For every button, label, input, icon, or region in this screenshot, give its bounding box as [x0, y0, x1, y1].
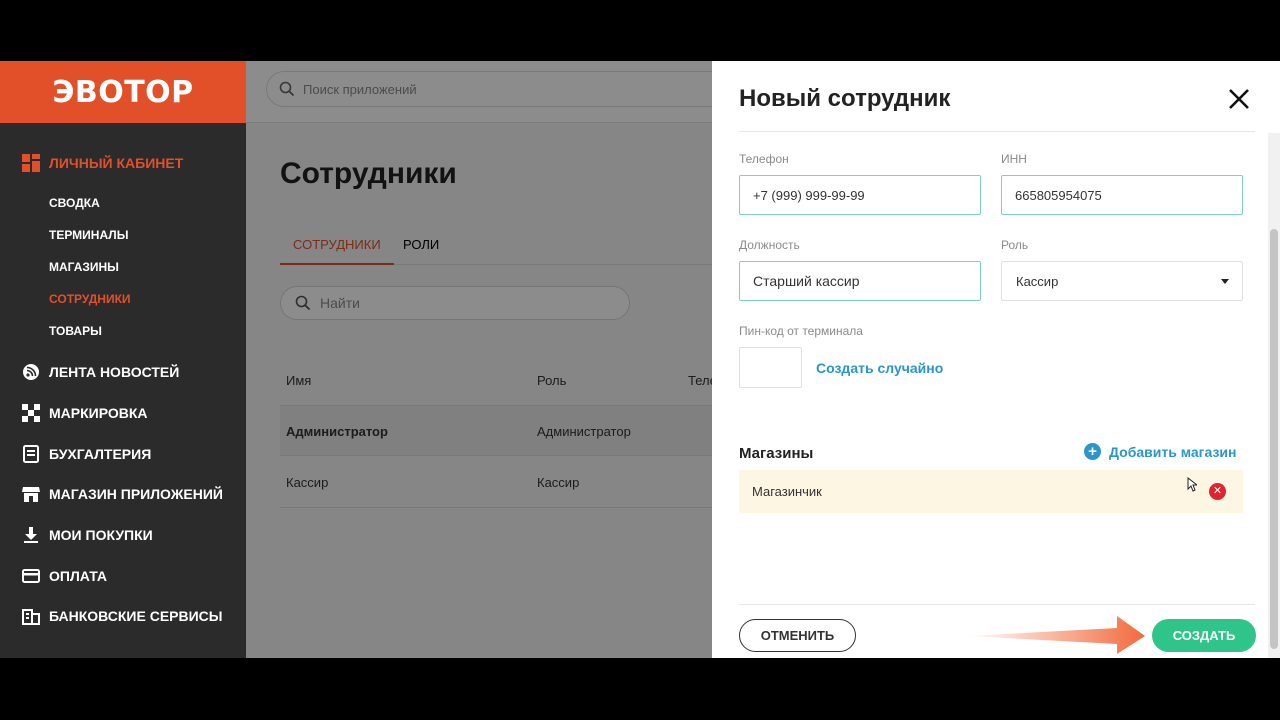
download-icon	[22, 526, 40, 544]
add-store-button[interactable]: + Добавить магазин	[1084, 443, 1236, 460]
app-window: ЭВОТОР ЛИЧНЫЙ КАБИНЕТ СВОДКА ТЕРМИНАЛЫ М…	[0, 61, 1280, 658]
phone-label: Телефон	[739, 152, 789, 166]
sidebar-sub-stores[interactable]: МАГАЗИНЫ	[49, 258, 119, 276]
sidebar-item-bank[interactable]: БАНКОВСКИЕ СЕРВИСЫ	[22, 604, 222, 628]
close-button[interactable]	[1226, 86, 1252, 112]
role-select[interactable]: Кассир	[1001, 261, 1243, 301]
sidebar-sub-terminals[interactable]: ТЕРМИНАЛЫ	[49, 226, 128, 244]
scrollbar-thumb[interactable]	[1270, 229, 1278, 649]
barcode-grid-icon	[22, 404, 40, 422]
logo-bar: ЭВОТОР	[0, 61, 246, 123]
sidebar-sub-summary[interactable]: СВОДКА	[49, 194, 100, 212]
new-employee-panel: Новый сотрудник Телефон ИНН Должность Ро…	[712, 61, 1280, 658]
sidebar-item-payment[interactable]: ОПЛАТА	[22, 564, 107, 588]
inn-label: ИНН	[1001, 152, 1027, 166]
document-icon	[22, 445, 40, 463]
plus-circle-icon: +	[1084, 443, 1101, 460]
create-button[interactable]: СОЗДАТЬ	[1152, 619, 1256, 652]
sidebar-item-label: МАГАЗИН ПРИЛОЖЕНИЙ	[49, 486, 223, 502]
sidebar-item-marking[interactable]: МАРКИРОВКА	[22, 401, 148, 425]
building-icon	[22, 607, 40, 625]
store-name: Магазинчик	[752, 484, 822, 499]
credit-card-icon	[22, 567, 40, 585]
phone-input[interactable]	[753, 187, 980, 203]
role-label: Роль	[1001, 238, 1029, 252]
position-input[interactable]	[753, 273, 980, 289]
sidebar: ЭВОТОР ЛИЧНЫЙ КАБИНЕТ СВОДКА ТЕРМИНАЛЫ М…	[0, 61, 246, 658]
sidebar-item-label: МАРКИРОВКА	[49, 405, 148, 421]
phone-field[interactable]	[739, 175, 981, 215]
storefront-icon	[22, 485, 40, 503]
remove-store-button[interactable]: ✕	[1209, 483, 1226, 500]
inn-input[interactable]	[1015, 187, 1242, 203]
header-divider	[739, 131, 1255, 132]
grid-icon	[22, 154, 40, 172]
sidebar-item-label: ЛЕНТА НОВОСТЕЙ	[49, 364, 180, 380]
position-label: Должность	[739, 238, 800, 252]
sidebar-item-news[interactable]: ЛЕНТА НОВОСТЕЙ	[22, 360, 179, 384]
sidebar-item-cabinet[interactable]: ЛИЧНЫЙ КАБИНЕТ	[22, 151, 183, 175]
generate-random-pin-link[interactable]: Создать случайно	[816, 360, 943, 376]
inn-field[interactable]	[1001, 175, 1243, 215]
pin-label: Пин-код от терминала	[739, 324, 863, 338]
role-select-value: Кассир	[1016, 273, 1059, 289]
logo[interactable]: ЭВОТОР	[52, 75, 193, 110]
close-icon	[1229, 89, 1249, 109]
sidebar-item-label: ЛИЧНЫЙ КАБИНЕТ	[49, 155, 184, 171]
sidebar-item-label: БУХГАЛТЕРИЯ	[49, 446, 152, 462]
modal-backdrop[interactable]	[246, 61, 712, 658]
add-store-label: Добавить магазин	[1109, 443, 1237, 460]
chevron-down-icon	[1221, 279, 1229, 284]
mouse-cursor-icon	[1187, 477, 1197, 492]
scrollbar[interactable]	[1268, 133, 1280, 658]
pointer-arrow-icon	[967, 616, 1145, 654]
store-list-item: Магазинчик ✕	[739, 470, 1243, 513]
sidebar-item-purchases[interactable]: МОИ ПОКУПКИ	[22, 523, 153, 547]
position-field[interactable]	[739, 261, 981, 301]
rss-icon	[22, 363, 40, 381]
stores-title: Магазины	[739, 445, 814, 462]
sidebar-sub-goods[interactable]: ТОВАРЫ	[49, 322, 102, 340]
cancel-button[interactable]: ОТМЕНИТЬ	[739, 619, 856, 652]
sidebar-item-label: БАНКОВСКИЕ СЕРВИСЫ	[49, 608, 223, 624]
panel-title: Новый сотрудник	[739, 85, 951, 112]
pin-input[interactable]	[739, 347, 802, 388]
sidebar-item-app-store[interactable]: МАГАЗИН ПРИЛОЖЕНИЙ	[22, 482, 223, 506]
sidebar-item-label: ОПЛАТА	[49, 568, 107, 584]
sidebar-item-label: МОИ ПОКУПКИ	[49, 527, 153, 543]
sidebar-item-accounting[interactable]: БУХГАЛТЕРИЯ	[22, 442, 151, 466]
sidebar-sub-employees[interactable]: СОТРУДНИКИ	[49, 290, 131, 308]
footer-divider	[739, 604, 1255, 605]
